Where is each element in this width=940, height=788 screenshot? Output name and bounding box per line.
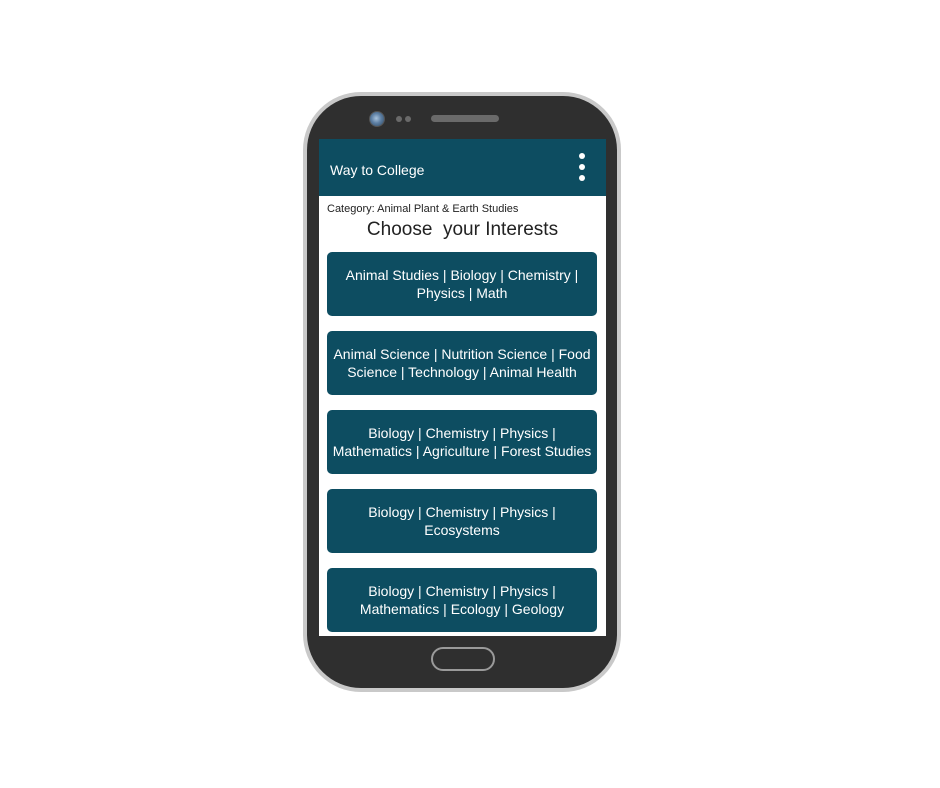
menu-dot — [579, 164, 585, 170]
app-title: Way to College — [330, 162, 425, 178]
more-vert-icon[interactable] — [574, 153, 590, 181]
interest-button[interactable]: Biology | Chemistry | Physics | Mathemat… — [327, 410, 597, 474]
menu-dot — [579, 175, 585, 181]
interest-button[interactable]: Animal Science | Nutrition Science | Foo… — [327, 331, 597, 395]
category-label: Category: Animal Plant & Earth Studies — [327, 203, 519, 215]
phone-screen: Way to College Category: Animal Plant & … — [319, 139, 606, 636]
earpiece-speaker — [431, 115, 499, 122]
home-button[interactable] — [431, 647, 495, 671]
app-bar: Way to College — [319, 139, 606, 196]
interest-list: Animal Studies | Biology | Chemistry | P… — [327, 252, 597, 636]
interest-button[interactable]: Biology | Chemistry | Physics | Ecosyste… — [327, 489, 597, 553]
front-camera-icon — [369, 111, 385, 127]
sensor-icon — [405, 116, 411, 122]
menu-dot — [579, 153, 585, 159]
sensor-icon — [396, 116, 402, 122]
interest-button[interactable]: Animal Studies | Biology | Chemistry | P… — [327, 252, 597, 316]
interest-button[interactable]: Biology | Chemistry | Physics | Mathemat… — [327, 568, 597, 632]
page-title: Choose your Interests — [366, 219, 559, 240]
